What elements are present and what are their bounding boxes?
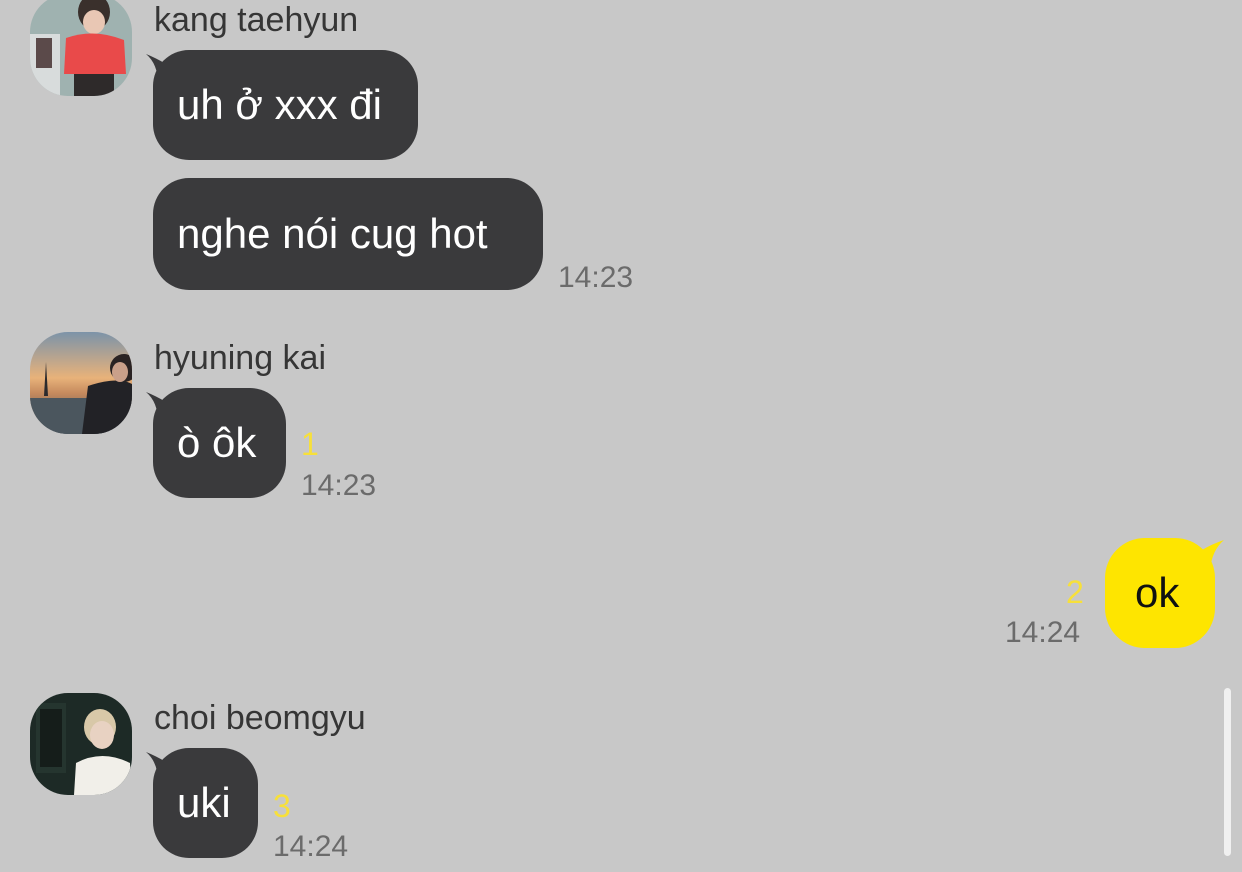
- sender-name: kang taehyun: [154, 1, 359, 39]
- timestamp: 14:23: [301, 469, 377, 502]
- avatar[interactable]: [30, 693, 132, 795]
- unread-count: 2: [1066, 574, 1084, 610]
- bubble-tail: [1198, 540, 1224, 570]
- sender-name: hyuning kai: [154, 339, 327, 377]
- unread-count: 3: [273, 788, 291, 824]
- unread-count: 1: [301, 426, 319, 462]
- scrollbar[interactable]: [1224, 688, 1231, 856]
- message-bubble[interactable]: uh ở xxx đi: [153, 50, 418, 160]
- message-bubble[interactable]: uki: [153, 748, 258, 858]
- timestamp: 14:24: [1005, 616, 1081, 649]
- avatar-photo-icon: [30, 332, 132, 434]
- message-bubble[interactable]: nghe nói cug hot: [153, 178, 543, 290]
- sender-name: choi beomgyu: [154, 699, 366, 737]
- timestamp: 14:24: [273, 830, 349, 863]
- avatar-photo-icon: [30, 693, 132, 795]
- timestamp: 14:23: [558, 261, 634, 294]
- avatar-photo-icon: [30, 0, 132, 96]
- avatar[interactable]: [30, 0, 132, 96]
- avatar[interactable]: [30, 332, 132, 434]
- message-bubble[interactable]: ò ôk: [153, 388, 286, 498]
